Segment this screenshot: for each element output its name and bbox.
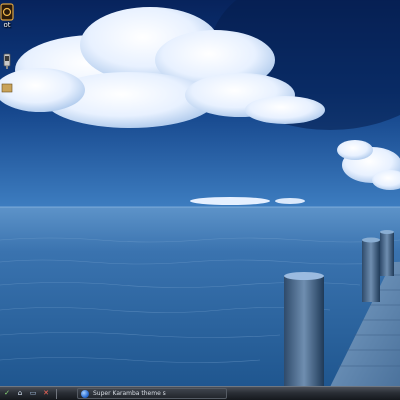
folder-icon — [1, 83, 13, 93]
home-icon[interactable]: ⌂ — [14, 388, 26, 399]
close-icon[interactable]: ✕ — [40, 388, 52, 399]
desktop: ot ✓ ⌂ ▭ ✕ Super Karamba theme s — [0, 0, 400, 400]
wallpaper — [0, 0, 400, 387]
task-button[interactable]: Super Karamba theme s — [77, 388, 227, 399]
desktop-icon-app[interactable]: ot — [0, 3, 20, 29]
launcher-icon — [3, 53, 11, 69]
taskbar-separator — [56, 388, 57, 399]
app-icon — [0, 3, 14, 21]
taskbar: ✓ ⌂ ▭ ✕ Super Karamba theme s — [0, 386, 400, 400]
desktop-icon-launcher[interactable] — [0, 52, 20, 70]
check-icon[interactable]: ✓ — [1, 388, 13, 399]
desktop-icon-folder[interactable] — [0, 80, 20, 98]
monitor-icon[interactable]: ▭ — [27, 388, 39, 399]
karamba-icon — [81, 389, 89, 398]
task-label: Super Karamba theme s — [93, 390, 166, 397]
desktop-icon-label: ot — [3, 21, 11, 29]
